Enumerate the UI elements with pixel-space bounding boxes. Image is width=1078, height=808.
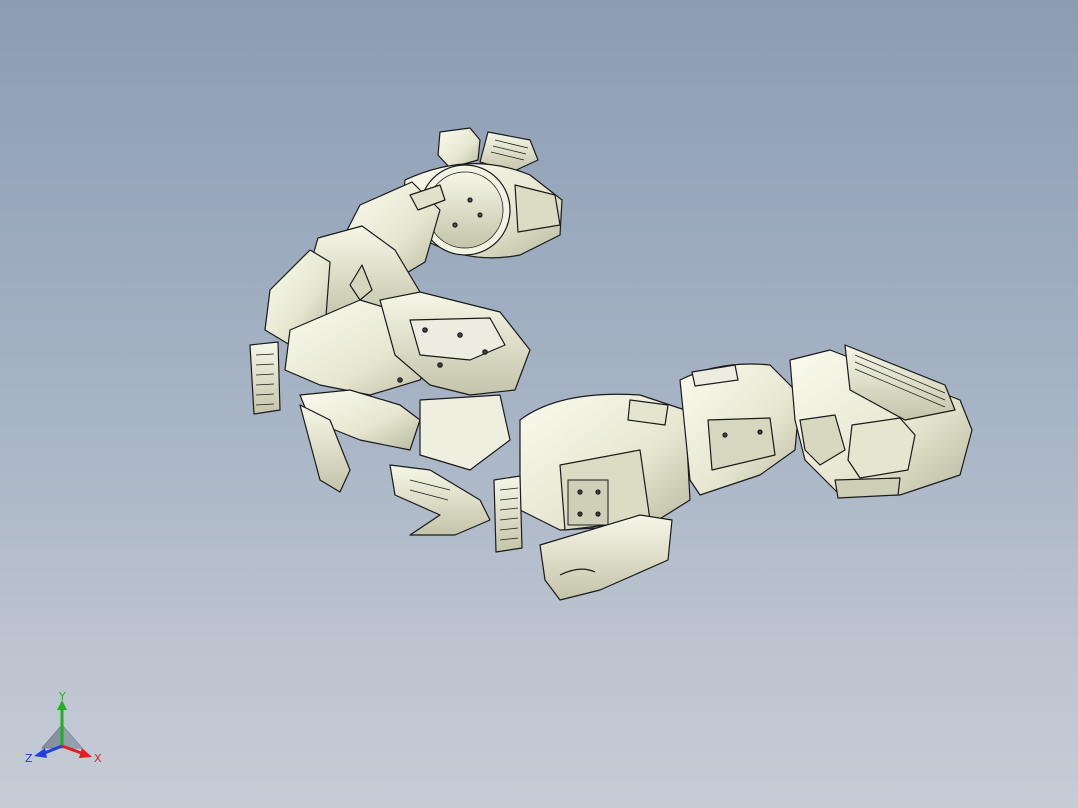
elbow-cluster[interactable] xyxy=(284,291,531,493)
armor-arm-model[interactable] xyxy=(0,0,1078,808)
lower-bracket[interactable] xyxy=(389,464,491,536)
z-axis-label: Z xyxy=(25,752,33,765)
hand-module[interactable] xyxy=(789,344,973,499)
wrist-segment[interactable] xyxy=(679,363,801,496)
graphics-viewport[interactable]: Y X Z xyxy=(0,0,1078,808)
x-axis-label: X xyxy=(94,752,102,765)
axis-triad: Y X Z xyxy=(25,690,102,765)
y-axis-label: Y xyxy=(58,690,66,703)
left-connector[interactable] xyxy=(249,341,281,415)
